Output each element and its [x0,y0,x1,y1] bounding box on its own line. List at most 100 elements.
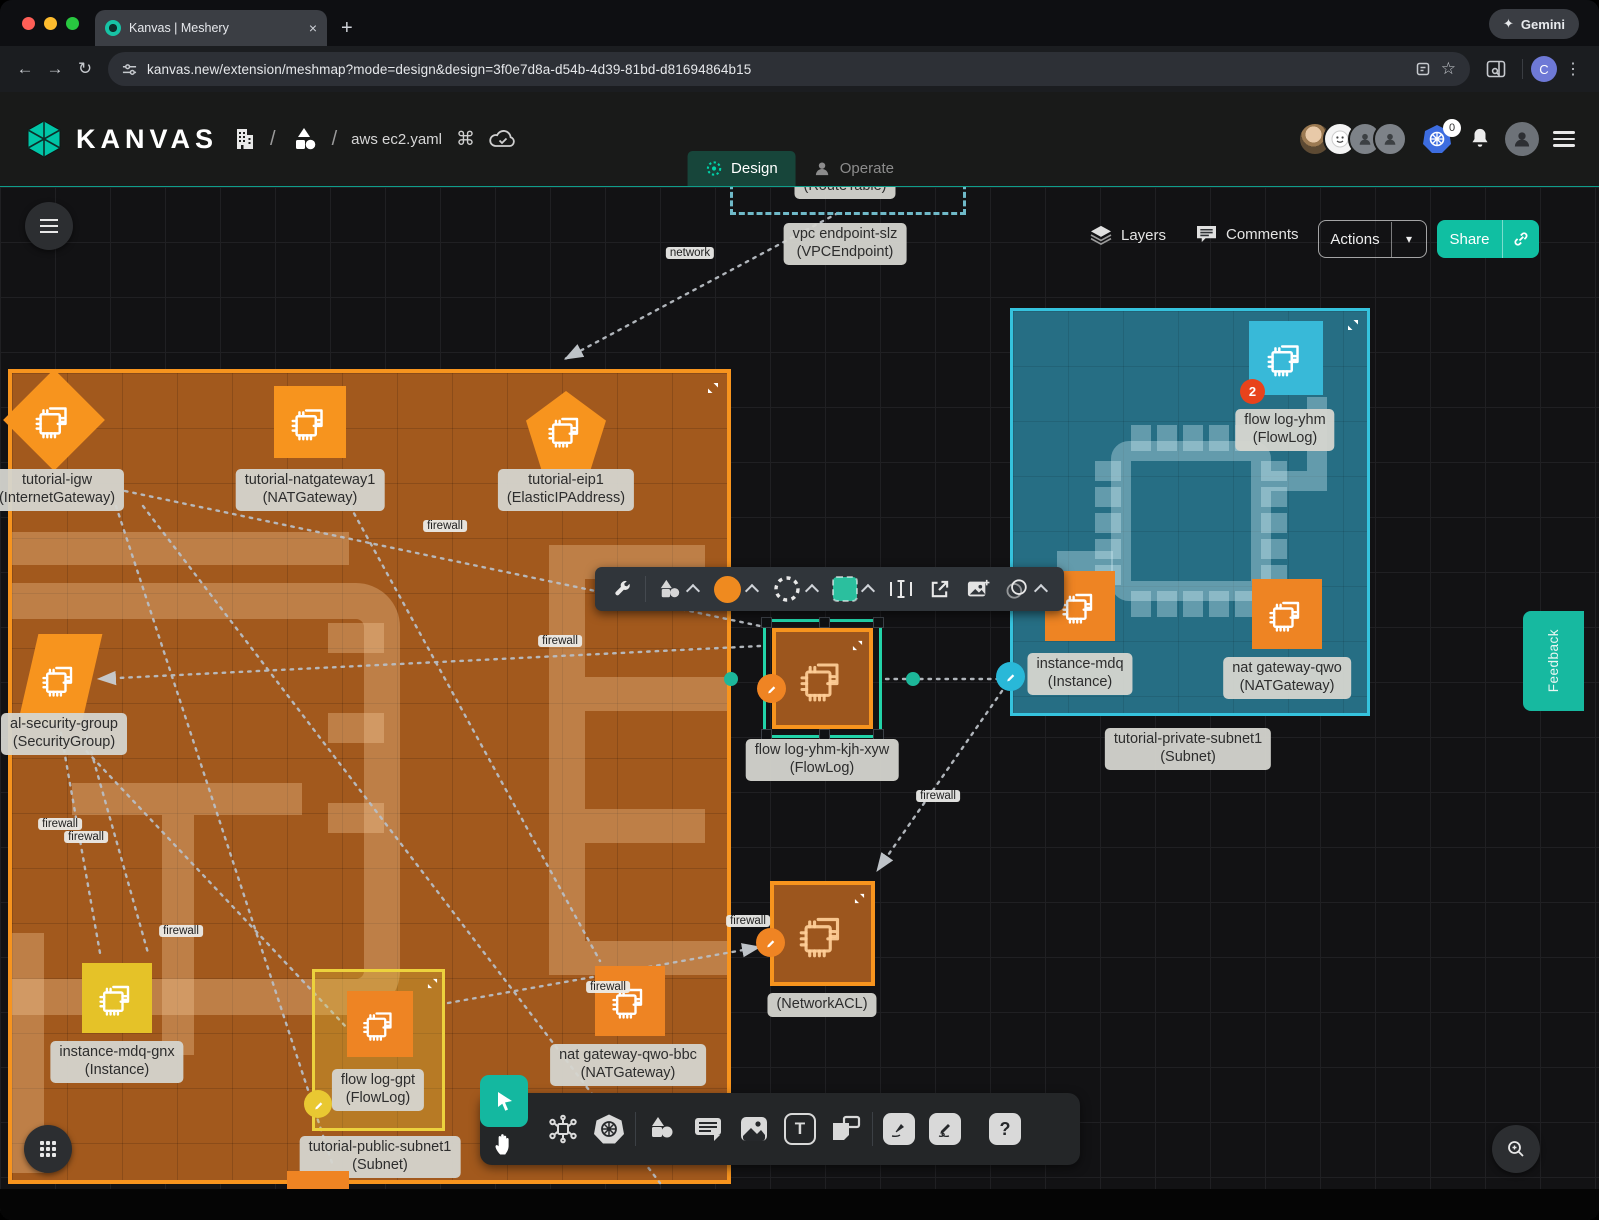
breadcrumb-separator: / [270,128,276,151]
share-button[interactable]: Share [1437,220,1539,258]
text-tool[interactable]: T [777,1093,823,1165]
layers-button[interactable]: Layers [1090,225,1166,245]
shapes-icon [658,578,682,600]
node-label: al-security-group(SecurityGroup) [1,713,127,755]
zoom-search-button[interactable] [1492,1125,1540,1173]
feedback-tab[interactable]: Feedback [1523,611,1584,711]
subnet-watermark [585,677,731,711]
feedback-label: Feedback [1546,629,1561,692]
collapse-group-icon[interactable] [427,976,438,994]
collapse-group-icon[interactable] [852,638,863,656]
notification-count-badge[interactable]: 2 [1240,379,1265,404]
shapes-tool[interactable] [639,1093,685,1165]
design-canvas[interactable]: (RouteTable) vpc endpoint-slz(VPCEndpoin… [0,187,1599,1220]
new-tab-button[interactable]: + [341,17,353,40]
organization-icon[interactable] [232,126,256,152]
image-tool[interactable] [731,1093,777,1165]
shape-color-button[interactable] [825,567,881,611]
collapse-group-icon[interactable] [707,381,719,399]
forward-button[interactable]: → [40,54,70,84]
lasso-select-button[interactable] [998,567,1054,611]
help-tile: ? [989,1113,1021,1145]
resize-width-button[interactable] [881,567,921,611]
user-profile-avatar[interactable] [1505,122,1539,156]
actions-dropdown-caret[interactable]: ▾ [1391,222,1426,257]
url-field[interactable]: kanvas.new/extension/meshmap?mode=design… [108,52,1470,86]
comments-button[interactable]: Comments [1196,225,1299,244]
pencil-tool[interactable] [922,1093,968,1165]
node-partial[interactable] [287,1171,349,1191]
connection-handle[interactable] [906,672,920,686]
minimize-window-button[interactable] [44,17,57,30]
node-network-acl[interactable] [770,881,875,986]
edit-pencil-badge[interactable] [757,674,786,703]
node-flow-log-gpt[interactable] [347,991,413,1057]
pen-icon [890,1120,908,1138]
kanvas-logo[interactable] [26,120,62,158]
node-nat-gateway-qwo-bbc[interactable] [595,966,665,1036]
edit-pencil-badge[interactable] [996,662,1025,691]
edge-label: firewall [64,831,108,843]
design-file-name[interactable]: aws ec2.yaml [351,131,442,148]
browser-tab[interactable]: Kanvas | Meshery × [95,10,327,46]
lasso-icon [1006,578,1030,600]
edit-pencil-badge[interactable] [756,928,785,957]
help-tool[interactable]: ? [982,1093,1028,1165]
share-link-icon[interactable] [1502,220,1539,258]
sticky-note-tool[interactable] [823,1093,869,1165]
edit-pencil-badge[interactable] [304,1090,332,1118]
designs-icon[interactable] [290,125,318,153]
collapse-group-icon[interactable] [1347,318,1359,336]
select-tool[interactable] [480,1075,528,1127]
actions-button[interactable]: Actions ▾ [1318,220,1427,258]
fill-color-button[interactable] [706,567,765,611]
close-window-button[interactable] [22,17,35,30]
node-instance-mdq-gnx[interactable] [82,963,152,1033]
collapse-group-icon[interactable] [854,891,865,909]
add-image-button[interactable] [958,567,998,611]
node-flow-log-selected[interactable] [772,628,873,729]
resource-chip-icon [95,976,139,1020]
reload-button[interactable]: ↻ [70,54,100,84]
browser-menu-icon[interactable]: ⋮ [1557,59,1589,79]
canvas-menu-button[interactable] [25,202,73,250]
canvas-bottom-strip [0,1189,1599,1220]
resource-chip-icon [1263,335,1309,381]
maximize-window-button[interactable] [66,17,79,30]
border-style-button[interactable] [765,567,825,611]
mesh-designs-tool[interactable] [540,1093,586,1165]
kubernetes-tool[interactable] [586,1093,632,1165]
configure-tool-button[interactable] [605,567,641,611]
close-tab-icon[interactable]: × [309,21,317,35]
pan-hand-tool[interactable] [489,1127,519,1162]
notifications-bell-icon[interactable] [1469,127,1491,151]
pen-tile [883,1113,915,1145]
pen-tool[interactable] [876,1093,922,1165]
text-tool-tile: T [784,1113,816,1145]
tab-operate[interactable]: Operate [796,151,912,186]
apps-grid-button[interactable] [24,1125,72,1173]
gemini-button[interactable]: ✦ Gemini [1489,9,1579,39]
meshery-favicon [105,20,121,36]
connection-handle[interactable] [724,672,738,686]
browser-profile-avatar[interactable]: C [1531,56,1557,82]
app-menu-icon[interactable] [1553,127,1575,151]
back-button[interactable]: ← [10,54,40,84]
image-add-icon [966,578,990,600]
chevron-up-icon [745,583,759,597]
kubernetes-context-button[interactable]: 0 [1421,123,1455,155]
shapes-tool-button[interactable] [650,567,706,611]
share-label: Share [1437,231,1502,248]
bookmark-star-icon[interactable]: ☆ [1441,59,1456,79]
side-panel-icon[interactable] [1478,60,1514,78]
node-nat-gateway-qwo[interactable] [1252,579,1322,649]
open-in-new-button[interactable] [921,567,958,611]
site-settings-icon[interactable] [122,62,137,77]
save-icon[interactable] [1415,61,1431,77]
comment-tool[interactable] [685,1093,731,1165]
collaborator-avatar[interactable] [1373,122,1407,156]
cloud-sync-icon[interactable] [489,128,517,150]
tab-design[interactable]: Design [687,151,796,186]
shortcuts-icon[interactable]: ⌘ [456,128,475,151]
node-tutorial-natgateway1[interactable] [274,386,346,458]
